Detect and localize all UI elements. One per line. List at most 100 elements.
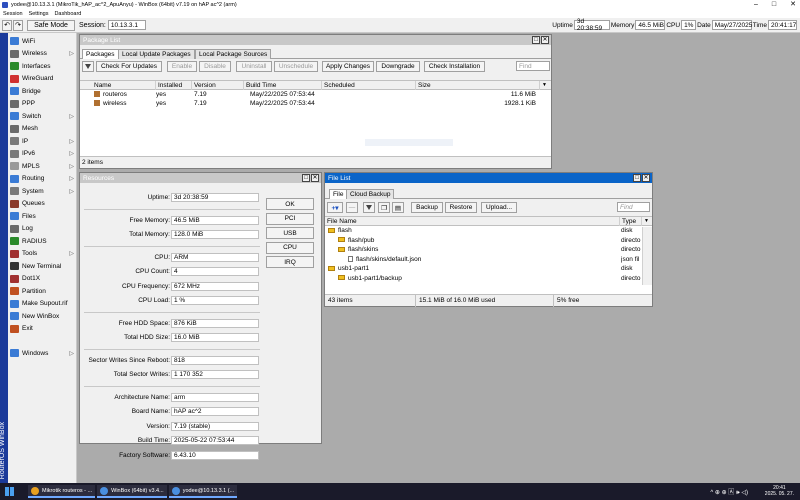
sidebar-item-dot1x[interactable]: Dot1X: [8, 273, 77, 285]
column-chooser-button[interactable]: ▼: [540, 81, 551, 90]
ok-button[interactable]: OK: [266, 198, 314, 210]
check-installation-button[interactable]: Check Installation: [424, 61, 485, 72]
table-row[interactable]: flash/skins directo: [325, 245, 652, 255]
file-filter-button[interactable]: [363, 202, 375, 213]
sidebar-item-tools[interactable]: Tools ▷: [8, 248, 77, 260]
menu-settings[interactable]: Settings: [29, 10, 49, 18]
sidebar-item-radius[interactable]: RADIUS: [8, 235, 77, 247]
sidebar-item-windows[interactable]: Windows ▷: [8, 347, 77, 359]
sidebar-item-log[interactable]: Log: [8, 223, 77, 235]
table-row[interactable]: flash/skins/default.json json fil: [325, 255, 652, 265]
upload-button[interactable]: Upload...: [481, 202, 517, 213]
redo-button[interactable]: ↷: [13, 19, 23, 31]
maximize-button[interactable]: □: [772, 0, 776, 10]
package-list-maximize-button[interactable]: □: [532, 36, 540, 44]
sidebar-item-partition[interactable]: Partition: [8, 285, 77, 297]
file-list-titlebar[interactable]: File List □ ✕: [325, 173, 652, 183]
file-find-input[interactable]: Find: [617, 202, 650, 212]
tab-local-package-sources[interactable]: Local Package Sources: [195, 49, 272, 59]
copy-button[interactable]: ❐: [378, 202, 390, 213]
minimize-button[interactable]: –: [754, 0, 758, 10]
resources-close-button[interactable]: ✕: [311, 174, 319, 182]
sidebar-item-make-supout-rif[interactable]: Make Supout.rif: [8, 298, 77, 310]
close-button[interactable]: ✕: [790, 0, 796, 10]
tab-file[interactable]: File: [329, 189, 348, 199]
remove-button[interactable]: —: [346, 202, 358, 213]
sidebar-item-queues[interactable]: Queues: [8, 198, 77, 210]
filter-button[interactable]: [82, 61, 94, 72]
package-list-titlebar[interactable]: Package List □ ✕: [80, 35, 551, 45]
col-build-time[interactable]: Build Time: [244, 81, 322, 90]
start-icon[interactable]: [5, 487, 14, 496]
file-list-maximize-button[interactable]: □: [633, 174, 641, 182]
sidebar-item-wireless[interactable]: Wireless ▷: [8, 48, 77, 60]
clock[interactable]: 20:41 2025. 05. 27.: [765, 485, 794, 497]
sidebar-item-exit[interactable]: Exit: [8, 323, 77, 335]
usb-button[interactable]: USB: [266, 227, 314, 239]
col-scheduled[interactable]: Scheduled: [322, 81, 416, 90]
sidebar-item-mpls[interactable]: MPLS ▷: [8, 160, 77, 172]
table-row[interactable]: wireless yes 7.19 May/22/2025 07:53:44 1928.…: [80, 99, 551, 108]
sidebar-item-wifi[interactable]: WiFi: [8, 35, 77, 47]
col-name[interactable]: Name: [92, 81, 156, 90]
downgrade-button[interactable]: Downgrade: [376, 61, 420, 72]
sidebar-item-mesh[interactable]: Mesh: [8, 123, 77, 135]
cpu-button[interactable]: CPU: [266, 241, 314, 254]
enable-button[interactable]: Enable: [167, 61, 197, 72]
table-row[interactable]: usb1-part1/backup directo: [325, 274, 652, 284]
resources-maximize-button[interactable]: □: [302, 174, 310, 182]
sidebar-item-bridge[interactable]: Bridge: [8, 85, 77, 97]
safe-mode-button[interactable]: Safe Mode: [27, 19, 75, 31]
col-type[interactable]: Type: [620, 217, 642, 226]
resource-value: 1 %: [171, 296, 259, 305]
sidebar-item-ppp[interactable]: PPP: [8, 98, 77, 110]
file-column-chooser-button[interactable]: ▼: [642, 217, 652, 226]
sidebar-item-interfaces[interactable]: Interfaces: [8, 60, 77, 72]
package-list-close-button[interactable]: ✕: [541, 36, 549, 44]
col-size[interactable]: Size: [416, 81, 540, 90]
sidebar-item-new-terminal[interactable]: New Terminal: [8, 260, 77, 272]
pci-button[interactable]: PCI: [266, 212, 314, 225]
table-row[interactable]: flash disk: [325, 226, 652, 236]
col-installed[interactable]: Installed: [156, 81, 192, 90]
irq-button[interactable]: IRQ: [266, 256, 314, 268]
col-file-name[interactable]: File Name: [325, 217, 620, 226]
sidebar-item-ip[interactable]: IP ▷: [8, 135, 77, 147]
col-version[interactable]: Version: [192, 81, 244, 90]
disable-button[interactable]: Disable: [199, 61, 231, 72]
uninstall-button[interactable]: Uninstall: [236, 61, 272, 72]
tab-local-update-packages[interactable]: Local Update Packages: [118, 49, 195, 59]
sidebar-item-switch[interactable]: Switch ▷: [8, 110, 77, 122]
sidebar-item-wireguard[interactable]: WireGuard: [8, 73, 77, 85]
paste-button[interactable]: ▤: [392, 202, 404, 213]
undo-button[interactable]: ↶: [2, 19, 12, 31]
add-button[interactable]: +▾: [327, 202, 343, 213]
table-row[interactable]: routeros yes 7.19 May/22/2025 07:53:44 11.6 …: [80, 90, 551, 99]
sidebar-item-ipv6[interactable]: IPv6 ▷: [8, 148, 77, 160]
menu-session[interactable]: Session: [3, 10, 23, 18]
sidebar-item-routing[interactable]: Routing ▷: [8, 173, 77, 185]
session-field[interactable]: 10.13.3.1: [107, 20, 146, 30]
file-list-close-button[interactable]: ✕: [642, 174, 650, 182]
restore-button[interactable]: Restore: [445, 202, 477, 213]
tab-cloud-backup[interactable]: Cloud Backup: [346, 189, 395, 199]
resources-titlebar[interactable]: Resources □ ✕: [80, 173, 321, 183]
backup-button[interactable]: Backup: [411, 202, 443, 213]
taskbar-task[interactable]: WinBox (64bit) v3.4...: [97, 485, 167, 498]
sidebar-item-system[interactable]: System ▷: [8, 185, 77, 197]
system-tray[interactable]: ^ ⊕ ⊕ 🄰 🕪 ◁): [710, 487, 748, 497]
taskbar-task[interactable]: yodee@10.13.3.1 (...: [168, 485, 238, 498]
tab-packages[interactable]: Packages: [82, 49, 119, 59]
package-find-input[interactable]: Find: [516, 61, 550, 71]
apply-changes-button[interactable]: Apply Changes: [322, 61, 374, 72]
file-scrollbar[interactable]: [642, 227, 652, 285]
unschedule-button[interactable]: Unschedule: [274, 61, 318, 72]
table-row[interactable]: flash/pub directo: [325, 236, 652, 246]
folder-icon: [328, 227, 335, 233]
taskbar-task[interactable]: Mikrotik routeros - ...: [28, 485, 96, 498]
menu-dashboard[interactable]: Dashboard: [54, 10, 81, 18]
sidebar-item-new-winbox[interactable]: New WinBox: [8, 310, 77, 322]
table-row[interactable]: usb1-part1 disk: [325, 264, 652, 274]
sidebar-item-files[interactable]: Files: [8, 210, 77, 222]
check-for-updates-button[interactable]: Check For Updates: [96, 61, 162, 72]
